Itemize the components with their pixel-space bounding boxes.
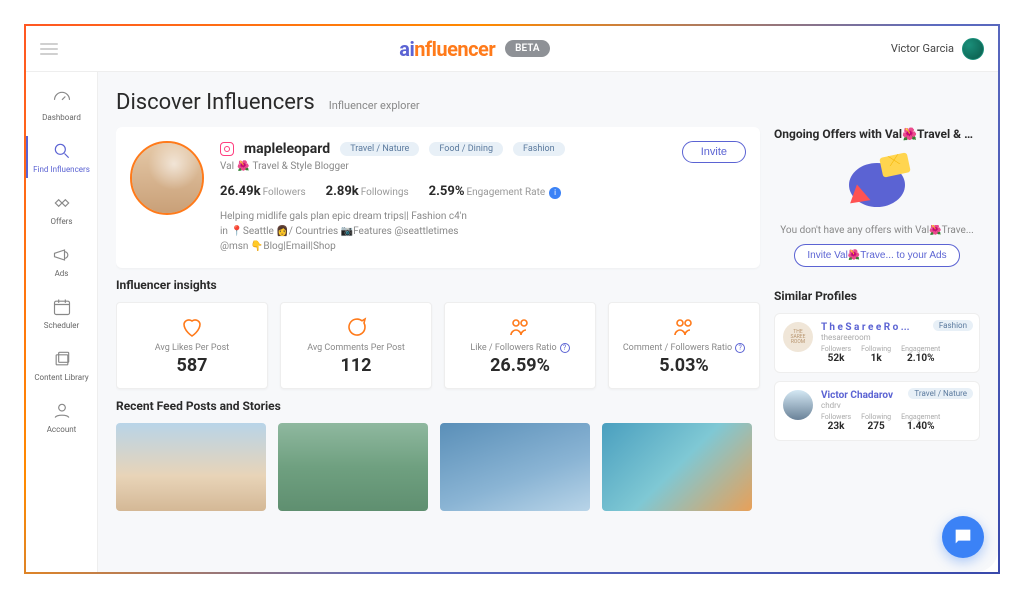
feed-post[interactable]: [602, 423, 752, 511]
chat-fab[interactable]: [942, 516, 984, 558]
insight-label: Avg Comments Per Post: [289, 343, 423, 353]
category-tag[interactable]: Food / Dining: [429, 142, 503, 156]
insight-avg-comments: Avg Comments Per Post 112: [280, 302, 432, 389]
sidebar-item-label: Account: [47, 425, 77, 434]
profile-handle[interactable]: mapleleopard: [244, 141, 330, 157]
sidebar-item-label: Ads: [55, 269, 69, 278]
sidebar-item-scheduler[interactable]: Scheduler: [26, 288, 97, 338]
insight-like-ratio: Like / Followers Ratio? 26.59%: [444, 302, 596, 389]
followers-stat: 26.49kFollowers: [220, 180, 306, 199]
similar-engagement: Engagement2.10%: [901, 345, 940, 364]
empty-offers-text: You don't have any offers with Val🌺Trave…: [774, 225, 980, 236]
sidebar: Dashboard Find Influencers Offers Ads Sc…: [26, 72, 98, 572]
page-title: Discover Influencers: [116, 90, 315, 115]
handshake-icon: [51, 192, 73, 214]
beta-badge: BETA: [505, 40, 549, 57]
sidebar-item-label: Find Influencers: [33, 165, 90, 174]
sidebar-item-label: Offers: [50, 217, 72, 226]
sidebar-item-find-influencers[interactable]: Find Influencers: [26, 132, 97, 182]
profile-bio: Helping midlife gals plan epic dream tri…: [220, 209, 746, 254]
avatar: [962, 38, 984, 60]
similar-profile-card[interactable]: Travel / Nature Victor Chadarov chdrv Fo…: [774, 381, 980, 441]
megaphone-icon: [51, 244, 73, 266]
brand-influencer: nfluencer: [414, 37, 495, 61]
insight-comment-ratio: Comment / Followers Ratio? 5.03%: [608, 302, 760, 389]
library-icon: [51, 348, 73, 370]
profile-photo: [130, 141, 204, 215]
heart-icon: [180, 315, 204, 339]
chat-icon: [952, 526, 974, 548]
insight-value: 26.59%: [453, 355, 587, 376]
category-tag: Travel / Nature: [908, 388, 973, 399]
similar-engagement: Engagement1.40%: [901, 413, 940, 432]
profile-photo: [783, 390, 813, 420]
help-icon[interactable]: ?: [560, 343, 570, 353]
brand-logo: ainfluencer BETA: [58, 37, 891, 61]
people-icon: [508, 315, 532, 339]
megaphone-illustration: [841, 155, 913, 215]
sidebar-item-label: Scheduler: [44, 321, 79, 330]
similar-following: Following275: [861, 413, 891, 432]
insight-label: Like / Followers Ratio?: [453, 343, 587, 353]
similar-handle: thesareeroom: [821, 333, 971, 342]
comment-icon: [344, 315, 368, 339]
ongoing-offers-title: Ongoing Offers with Val🌺Travel & Sty...: [774, 127, 980, 141]
category-tag: Fashion: [933, 320, 973, 331]
insight-value: 587: [125, 355, 259, 376]
insight-value: 5.03%: [617, 355, 751, 376]
engagement-stat: 2.59%Engagement Ratei: [429, 180, 561, 199]
similar-followers: Followers23k: [821, 413, 851, 432]
sidebar-item-offers[interactable]: Offers: [26, 184, 97, 234]
profile-tagline: Val🌺Travel & Style Blogger: [220, 161, 746, 172]
insights-title: Influencer insights: [116, 278, 760, 292]
similar-following: Following1k: [861, 345, 891, 364]
sidebar-item-account[interactable]: Account: [26, 392, 97, 442]
feed-post[interactable]: [278, 423, 428, 511]
user-name: Victor Garcia: [891, 42, 954, 55]
sidebar-item-label: Content Library: [34, 373, 88, 382]
page-subtitle: Influencer explorer: [329, 99, 420, 112]
user-icon: [51, 400, 73, 422]
sidebar-item-content-library[interactable]: Content Library: [26, 340, 97, 390]
main-content: Discover Influencers Influencer explorer…: [98, 72, 998, 572]
people-icon: [672, 315, 696, 339]
hamburger-menu[interactable]: [40, 43, 58, 55]
sidebar-item-label: Dashboard: [42, 113, 81, 122]
topbar: ainfluencer BETA Victor Garcia: [26, 26, 998, 72]
insight-value: 112: [289, 355, 423, 376]
feed-post[interactable]: [440, 423, 590, 511]
calendar-icon: [51, 296, 73, 318]
brand-ai: ai: [399, 37, 414, 61]
insight-avg-likes: Avg Likes Per Post 587: [116, 302, 268, 389]
similar-followers: Followers52k: [821, 345, 851, 364]
invite-to-ads-button[interactable]: Invite Val🌺Trave... to your Ads: [794, 244, 959, 267]
feed-title: Recent Feed Posts and Stories: [116, 399, 760, 413]
dashboard-icon: [51, 88, 73, 110]
invite-button[interactable]: Invite: [682, 141, 746, 163]
profile-card: Invite mapleleopard Travel / Nature Food…: [116, 127, 760, 268]
similar-profile-card[interactable]: Fashion THESAREEROOM T h e S a r e e R o…: [774, 313, 980, 373]
instagram-icon: [220, 142, 234, 156]
followings-stat: 2.89kFollowings: [326, 180, 409, 199]
sidebar-item-dashboard[interactable]: Dashboard: [26, 80, 97, 130]
info-icon[interactable]: i: [549, 187, 561, 199]
category-tag[interactable]: Fashion: [513, 142, 565, 156]
sidebar-item-ads[interactable]: Ads: [26, 236, 97, 286]
search-icon: [51, 140, 73, 162]
similar-handle: chdrv: [821, 401, 971, 410]
user-menu[interactable]: Victor Garcia: [891, 38, 984, 60]
similar-profiles-title: Similar Profiles: [774, 289, 980, 303]
profile-photo: THESAREEROOM: [783, 322, 813, 352]
insight-label: Comment / Followers Ratio?: [617, 343, 751, 353]
category-tag[interactable]: Travel / Nature: [340, 142, 419, 156]
feed-post[interactable]: [116, 423, 266, 511]
insight-label: Avg Likes Per Post: [125, 343, 259, 353]
help-icon[interactable]: ?: [735, 343, 745, 353]
